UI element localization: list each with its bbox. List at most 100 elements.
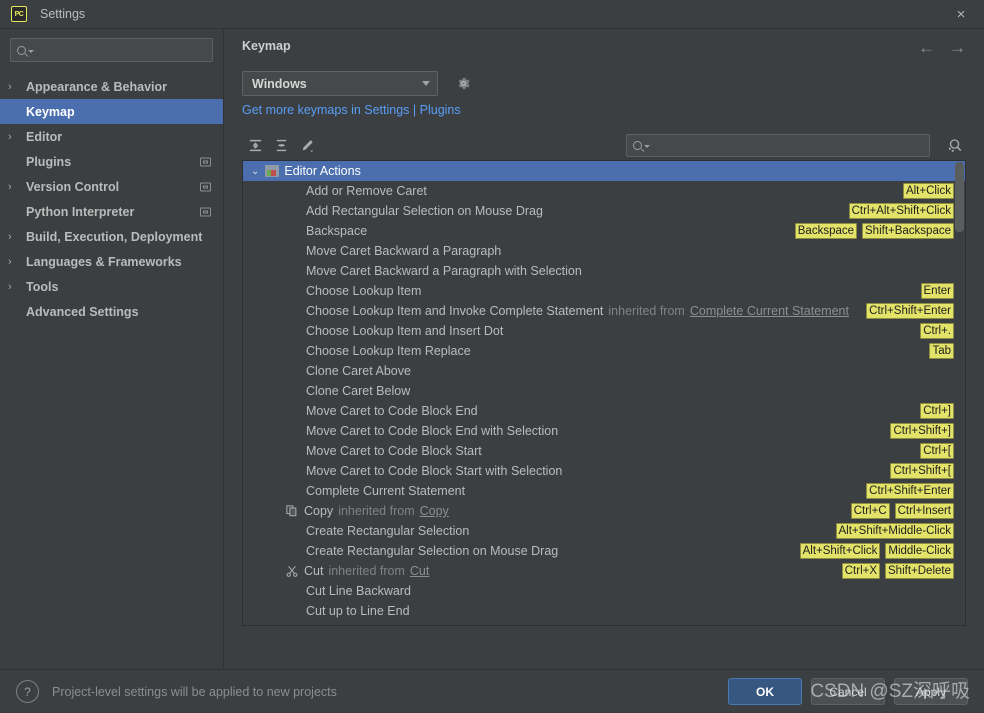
- tree-row[interactable]: Complete Current Statement Ctrl+Shift+Ent…: [243, 481, 965, 501]
- shortcut-list: Alt+Shift+Click Middle-Click: [799, 543, 954, 559]
- expand-all-icon[interactable]: [242, 134, 268, 156]
- inherited-from-label: inherited from: [608, 304, 685, 318]
- tree-scrollbar[interactable]: [955, 162, 964, 232]
- sidebar-item-version-control[interactable]: › Version Control: [0, 174, 223, 199]
- sidebar-search-input[interactable]: [10, 38, 213, 62]
- shortcut-list: Ctrl+X Shift+Delete: [841, 563, 954, 579]
- shortcut-badge[interactable]: Ctrl+X: [841, 563, 881, 579]
- ok-button[interactable]: OK: [728, 678, 802, 705]
- tree-row[interactable]: Move Caret to Code Block Start Ctrl+[: [243, 441, 965, 461]
- forward-icon[interactable]: →: [949, 39, 966, 56]
- shortcut-badge[interactable]: Ctrl+Shift+[: [890, 463, 954, 479]
- shortcut-badge[interactable]: Alt+Shift+Click: [799, 543, 881, 559]
- back-icon[interactable]: ←: [918, 39, 935, 56]
- tree-row[interactable]: Add Rectangular Selection on Mouse Drag C…: [243, 201, 965, 221]
- tree-row[interactable]: Move Caret to Code Block End with Select…: [243, 421, 965, 441]
- tree-row[interactable]: Clone Caret Below: [243, 381, 965, 401]
- sidebar-item-label: Plugins: [26, 154, 72, 169]
- chevron-right-icon[interactable]: ›: [8, 281, 22, 293]
- action-name: Choose Lookup Item and Insert Dot: [306, 324, 504, 338]
- sidebar-item-editor[interactable]: › Editor: [0, 124, 223, 149]
- shortcut-badge[interactable]: Tab: [929, 343, 954, 359]
- tree-row[interactable]: Add or Remove Caret Alt+Click: [243, 181, 965, 201]
- sidebar-item-languages-frameworks[interactable]: › Languages & Frameworks: [0, 249, 223, 274]
- window-titlebar: PC Settings ×: [0, 0, 984, 29]
- shortcut-badge[interactable]: Ctrl+C: [850, 503, 890, 519]
- chevron-right-icon[interactable]: ›: [8, 256, 22, 268]
- shortcut-badge[interactable]: Ctrl+.: [920, 323, 954, 339]
- keymap-action-tree[interactable]: ⌄ Editor Actions Add or Remove Caret Alt+…: [242, 160, 966, 626]
- gear-icon[interactable]: [456, 76, 471, 91]
- tree-group-editor-actions[interactable]: ⌄ Editor Actions: [243, 161, 965, 181]
- tree-row[interactable]: Move Caret Backward a Paragraph: [243, 241, 965, 261]
- search-icon: [17, 45, 26, 55]
- shortcut-badge[interactable]: Ctrl+Shift+]: [890, 423, 954, 439]
- shortcut-list: Ctrl+Alt+Shift+Click: [848, 203, 954, 219]
- tree-row[interactable]: Create Rectangular Selection Alt+Shift+Mi…: [243, 521, 965, 541]
- tree-row[interactable]: Cut Line Backward: [243, 581, 965, 601]
- chevron-down-icon[interactable]: ⌄: [251, 166, 259, 177]
- project-scope-icon: [200, 207, 211, 216]
- tree-row[interactable]: Create Rectangular Selection on Mouse Dr…: [243, 541, 965, 561]
- chevron-right-icon[interactable]: ›: [8, 181, 22, 193]
- sidebar-item-python-interpreter[interactable]: Python Interpreter: [0, 199, 223, 224]
- inherited-from-link[interactable]: Complete Current Statement: [690, 304, 849, 318]
- settings-sidebar: › Appearance & Behavior Keymap › Editor Plugi…: [0, 29, 224, 669]
- chevron-right-icon[interactable]: ›: [8, 131, 22, 143]
- tree-row[interactable]: Move Caret to Code Block Start with Sele…: [243, 461, 965, 481]
- tree-row[interactable]: Cut inherited from Cut Ctrl+X Shift+Delete: [243, 561, 965, 581]
- project-scope-icon: [200, 157, 211, 166]
- tree-row[interactable]: Choose Lookup Item Replace Tab: [243, 341, 965, 361]
- tree-row[interactable]: Choose Lookup Item Enter: [243, 281, 965, 301]
- action-name: Add Rectangular Selection on Mouse Drag: [306, 204, 543, 218]
- tree-row[interactable]: Clone Caret Above: [243, 361, 965, 381]
- sidebar-item-appearance-behavior[interactable]: › Appearance & Behavior: [0, 74, 223, 99]
- shortcut-badge[interactable]: Ctrl+]: [920, 403, 954, 419]
- shortcut-badge[interactable]: Alt+Shift+Middle-Click: [835, 523, 954, 539]
- keymap-dropdown[interactable]: Windows: [242, 71, 438, 96]
- action-name: Complete Current Statement: [306, 484, 466, 498]
- shortcut-badge[interactable]: Ctrl+Shift+Enter: [866, 483, 954, 499]
- tree-row[interactable]: Backspace Backspace Shift+Backspace: [243, 221, 965, 241]
- tree-row[interactable]: Cut up to Line End: [243, 601, 965, 621]
- find-by-shortcut-icon[interactable]: [944, 137, 966, 154]
- cancel-button[interactable]: Cancel: [811, 678, 885, 705]
- sidebar-item-tools[interactable]: › Tools: [0, 274, 223, 299]
- edit-shortcut-icon[interactable]: [294, 134, 320, 156]
- tree-row[interactable]: Move Caret to Code Block End Ctrl+]: [243, 401, 965, 421]
- tree-row[interactable]: Copy inherited from Copy Ctrl+C Ctrl+Insert: [243, 501, 965, 521]
- action-name: Cut: [304, 564, 324, 578]
- sidebar-item-label: Editor: [26, 129, 63, 144]
- shortcut-badge[interactable]: Middle-Click: [885, 543, 954, 559]
- sidebar-item-keymap[interactable]: Keymap: [0, 99, 223, 124]
- chevron-right-icon[interactable]: ›: [8, 231, 22, 243]
- sidebar-item-build-execution-deployment[interactable]: › Build, Execution, Deployment: [0, 224, 223, 249]
- keymap-search-input[interactable]: [626, 133, 930, 157]
- apply-button[interactable]: Apply: [894, 678, 968, 705]
- inherited-from-link[interactable]: Copy: [420, 504, 449, 518]
- shortcut-badge[interactable]: Ctrl+Insert: [894, 503, 954, 519]
- shortcut-badge[interactable]: Shift+Delete: [885, 563, 954, 579]
- sidebar-item-plugins[interactable]: Plugins: [0, 149, 223, 174]
- tree-row[interactable]: Choose Lookup Item and Insert Dot Ctrl+.: [243, 321, 965, 341]
- action-name: Choose Lookup Item: [306, 284, 422, 298]
- shortcut-badge[interactable]: Ctrl+Shift+Enter: [866, 303, 954, 319]
- shortcut-badge[interactable]: Alt+Click: [902, 183, 954, 199]
- shortcut-badge[interactable]: Backspace: [794, 223, 858, 239]
- collapse-all-icon[interactable]: [268, 134, 294, 156]
- help-icon[interactable]: ?: [16, 680, 39, 703]
- inherited-from-link[interactable]: Cut: [410, 564, 429, 578]
- shortcut-badge[interactable]: Shift+Backspace: [862, 223, 954, 239]
- get-more-keymaps-link[interactable]: Get more keymaps in Settings | Plugins: [224, 103, 984, 117]
- chevron-down-icon: [28, 50, 34, 53]
- tree-row[interactable]: Move Caret Backward a Paragraph with Sel…: [243, 261, 965, 281]
- close-icon[interactable]: ×: [938, 0, 984, 29]
- tree-row[interactable]: Choose Lookup Item and Invoke Complete S…: [243, 301, 965, 321]
- shortcut-badge[interactable]: Enter: [920, 283, 954, 299]
- shortcut-badge[interactable]: Ctrl+[: [920, 443, 954, 459]
- sidebar-item-label: Build, Execution, Deployment: [26, 229, 203, 244]
- sidebar-item-advanced-settings[interactable]: Advanced Settings: [0, 299, 223, 324]
- chevron-right-icon[interactable]: ›: [8, 81, 22, 93]
- shortcut-badge[interactable]: Ctrl+Alt+Shift+Click: [848, 203, 954, 219]
- action-name: Choose Lookup Item Replace: [306, 344, 471, 358]
